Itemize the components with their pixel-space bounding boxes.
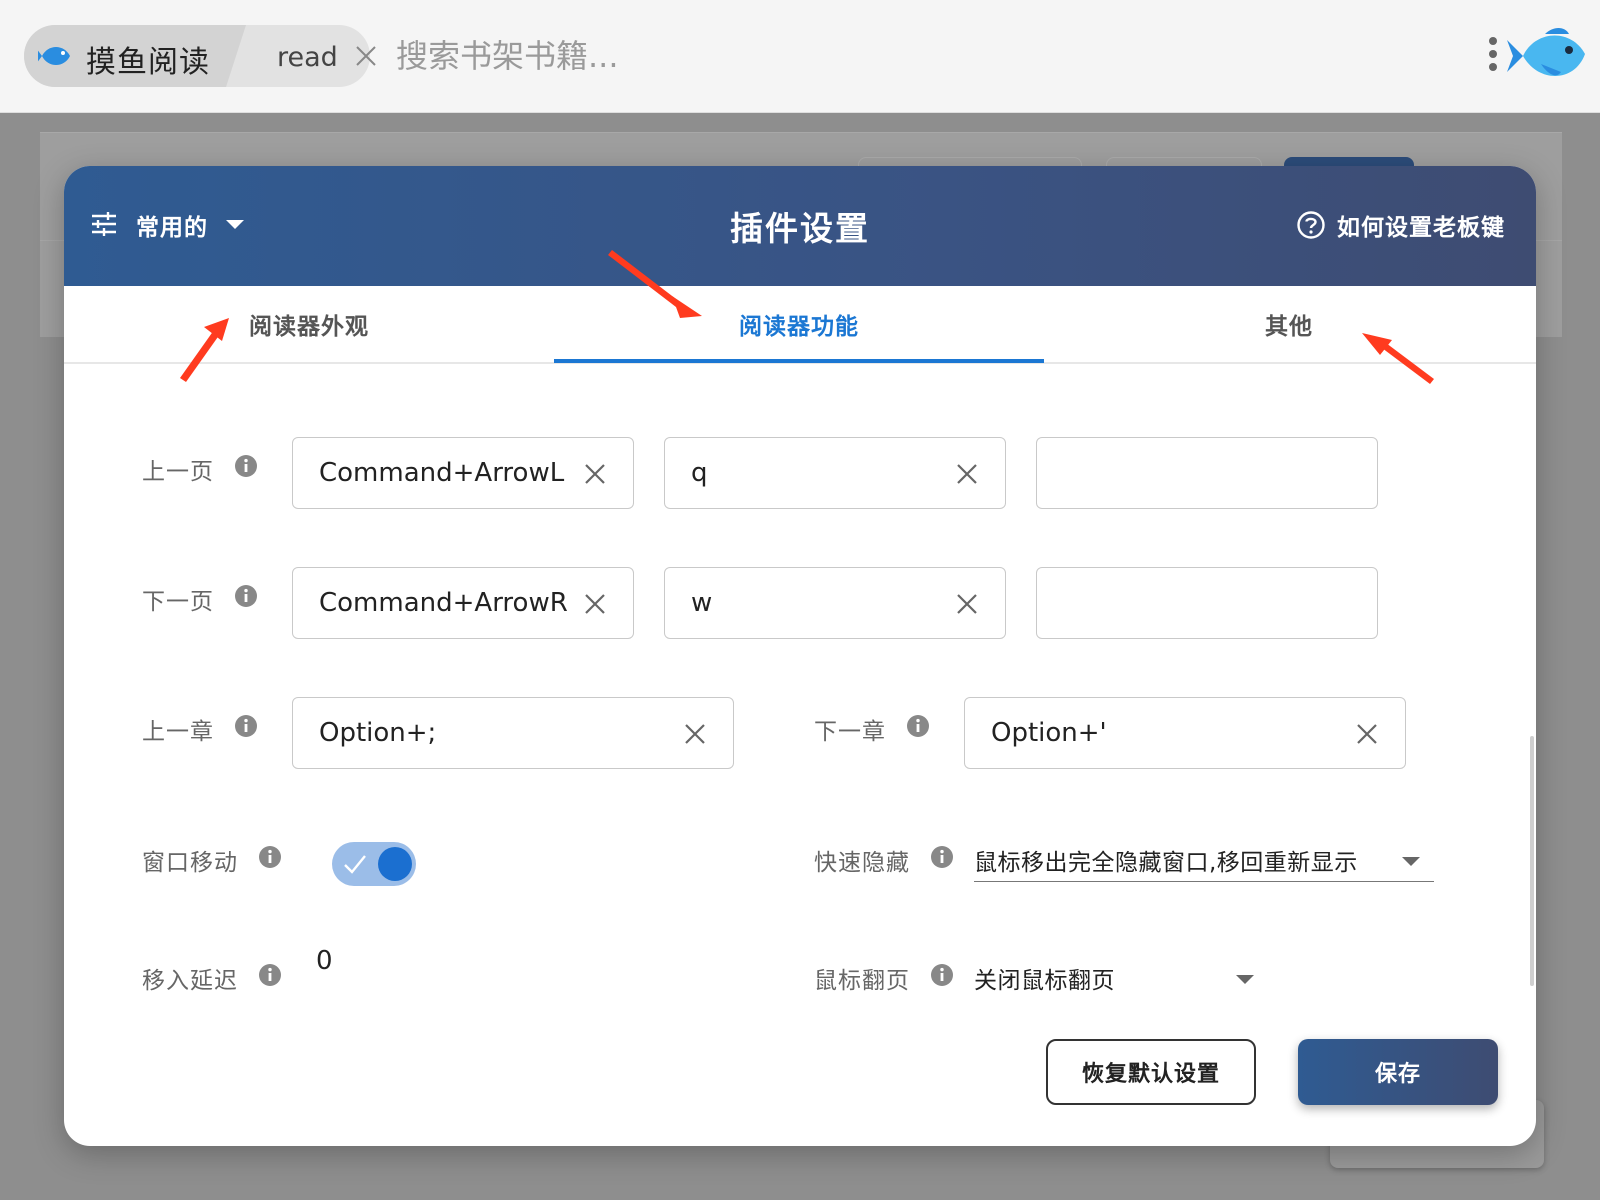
prev-page-key-1-input[interactable] <box>319 438 569 508</box>
next-chapter-key-input[interactable] <box>991 698 1341 768</box>
help-boss-key-link[interactable]: 如何设置老板键 <box>1337 208 1505 242</box>
settings-tabs: 阅读器外观 阅读器功能 其他 <box>64 286 1536 364</box>
top-bar: 摸鱼阅读 read <box>0 0 1600 113</box>
next-page-key-1[interactable] <box>292 567 634 639</box>
tab-reader-functions[interactable]: 阅读器功能 <box>554 286 1044 362</box>
info-icon[interactable] <box>930 963 954 987</box>
info-icon[interactable] <box>258 845 282 869</box>
window-move-label: 窗口移动 <box>142 850 238 876</box>
prev-page-key-2[interactable] <box>664 437 1006 509</box>
clear-icon[interactable] <box>955 462 979 486</box>
mouse-flip-value: 关闭鼠标翻页 <box>974 968 1115 994</box>
select-underline <box>974 881 1434 882</box>
more-menu-icon[interactable] <box>1485 34 1501 78</box>
next-page-key-3[interactable] <box>1036 567 1378 639</box>
prev-page-key-3[interactable] <box>1036 437 1378 509</box>
mouse-flip-label: 鼠标翻页 <box>814 968 910 994</box>
info-icon[interactable] <box>906 714 930 738</box>
prev-page-key-1[interactable] <box>292 437 634 509</box>
prev-page-label: 上一页 <box>142 459 214 485</box>
save-button[interactable]: 保存 <box>1298 1039 1498 1105</box>
window-move-toggle[interactable] <box>332 842 416 886</box>
reset-defaults-button[interactable]: 恢复默认设置 <box>1046 1039 1256 1105</box>
clear-icon[interactable] <box>583 462 607 486</box>
check-icon <box>344 855 366 874</box>
caret-down-icon[interactable] <box>1402 857 1420 866</box>
quick-hide-select[interactable]: 鼠标移出完全隐藏窗口,移回重新显示 <box>974 835 1434 883</box>
mouse-flip-select[interactable]: 关闭鼠标翻页 <box>974 953 1264 1001</box>
info-icon[interactable] <box>258 963 282 987</box>
info-icon[interactable] <box>234 584 258 608</box>
next-page-label: 下一页 <box>142 589 214 615</box>
active-tab-indicator <box>554 359 1044 363</box>
tab-strip: 摸鱼阅读 read <box>24 25 376 87</box>
prev-chapter-key[interactable] <box>292 697 734 769</box>
scrollbar[interactable] <box>1530 736 1534 986</box>
info-icon[interactable] <box>234 454 258 478</box>
tab-reader-appearance[interactable]: 阅读器外观 <box>64 286 554 362</box>
app-title: 摸鱼阅读 <box>86 45 210 80</box>
prev-page-key-2-input[interactable] <box>691 438 941 508</box>
info-icon[interactable] <box>234 714 258 738</box>
tab-read[interactable]: read <box>277 42 338 73</box>
prev-page-key-3-input[interactable] <box>1063 438 1313 508</box>
clear-icon[interactable] <box>1355 722 1379 746</box>
tab-other[interactable]: 其他 <box>1044 286 1534 362</box>
move-in-delay-label: 移入延迟 <box>142 968 238 994</box>
next-page-key-2[interactable] <box>664 567 1006 639</box>
clear-icon[interactable] <box>683 722 707 746</box>
fish-mascot-icon <box>1507 28 1585 77</box>
next-page-key-2-input[interactable] <box>691 568 941 638</box>
next-page-key-1-input[interactable] <box>319 568 569 638</box>
clear-icon[interactable] <box>583 592 607 616</box>
quick-hide-label: 快速隐藏 <box>814 850 910 876</box>
dialog-header: 常用的 插件设置 如何设置老板键 <box>64 166 1536 286</box>
clear-icon[interactable] <box>955 592 979 616</box>
move-in-delay-value[interactable]: 0 <box>316 946 333 976</box>
search-input[interactable] <box>394 30 878 82</box>
info-icon[interactable] <box>930 845 954 869</box>
next-chapter-label: 下一章 <box>814 719 886 745</box>
plugin-settings-dialog: 常用的 插件设置 如何设置老板键 阅读器外观 阅读器功能 其他 上一页 下一页 <box>64 166 1536 1146</box>
caret-down-icon[interactable] <box>1236 975 1254 984</box>
quick-hide-value: 鼠标移出完全隐藏窗口,移回重新显示 <box>974 850 1358 876</box>
fish-logo-icon <box>38 47 70 65</box>
prev-chapter-key-input[interactable] <box>319 698 669 768</box>
next-page-key-3-input[interactable] <box>1063 568 1313 638</box>
prev-chapter-label: 上一章 <box>142 719 214 745</box>
next-chapter-key[interactable] <box>964 697 1406 769</box>
close-tab-icon[interactable] <box>352 42 380 70</box>
app-tab[interactable]: 摸鱼阅读 <box>24 25 246 87</box>
toggle-knob <box>378 847 412 881</box>
help-circle-icon[interactable] <box>1296 210 1326 240</box>
